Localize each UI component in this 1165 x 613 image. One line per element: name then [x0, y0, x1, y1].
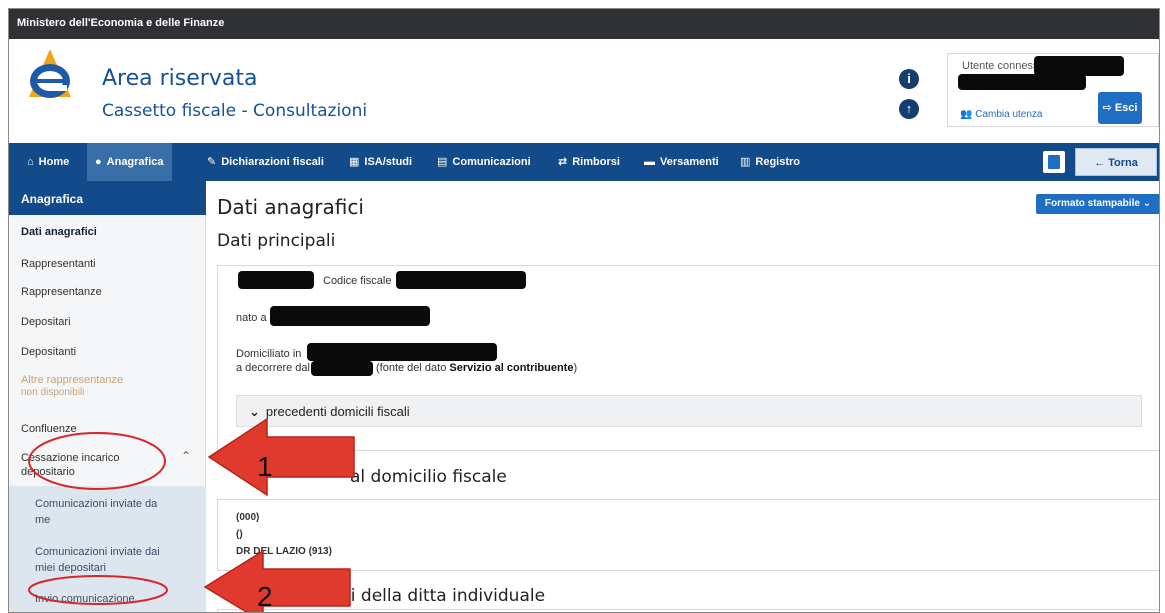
manual-button[interactable]: [1043, 151, 1065, 173]
nav-rimborsi-label: Rimborsi: [572, 156, 620, 168]
nav-comunicazioni[interactable]: ▤ Comunicazioni: [437, 143, 531, 181]
agenzia-entrate-logo: [29, 49, 71, 98]
dati-principali-card: Codice fiscale nato a Domiciliato in a d…: [217, 265, 1159, 451]
nav-versamenti[interactable]: ▬ Versamenti: [644, 143, 719, 181]
nav-comunicazioni-label: Comunicazioni: [452, 156, 531, 168]
page-title: Dati anagrafici: [217, 195, 364, 219]
switch-user-label: Cambia utenza: [975, 109, 1043, 120]
nav-versamenti-label: Versamenti: [660, 156, 719, 168]
ditta-card: [217, 609, 1159, 612]
sidebar-item-not-available: non disponibili: [21, 387, 85, 398]
previous-domiciles-accordion[interactable]: ⌄ precedenti domicili fiscali: [236, 395, 1142, 427]
codice-fiscale-label: Codice fiscale: [323, 275, 392, 287]
chevron-down-icon: ⌄: [1142, 198, 1152, 209]
site-header: Area riservata Cassetto fiscale - Consul…: [9, 39, 1159, 143]
subitem-sent-by-depositari-line2[interactable]: miei depositari: [35, 561, 106, 576]
nav-isa[interactable]: ▦ ISA/studi: [349, 143, 412, 181]
print-format-button[interactable]: Formato stampabile ⌄: [1036, 194, 1159, 214]
back-button[interactable]: ← Torna: [1075, 148, 1157, 176]
logout-icon: ⇨: [1102, 102, 1115, 114]
registry-icon: ▥: [740, 156, 751, 168]
payments-icon: ▬: [644, 156, 655, 168]
sidebar-item-dati-anagrafici[interactable]: Dati anagrafici: [21, 226, 97, 238]
info-icon[interactable]: i: [899, 69, 919, 89]
ufficio-card: (000) () DR DEL LAZIO (913): [217, 499, 1159, 571]
nav-isa-label: ISA/studi: [364, 156, 413, 168]
fonte-dato: (fonte del dato Servizio al contribuente…: [376, 362, 577, 374]
fonte-prefix: (fonte del dato: [376, 362, 450, 374]
print-format-label: Formato stampabile: [1044, 198, 1140, 209]
nav-home[interactable]: ⌂ Home: [19, 143, 77, 181]
chevron-down-icon: ⌄: [249, 404, 260, 419]
logout-label: Esci: [1114, 102, 1138, 114]
subitem-sent-by-me[interactable]: Comunicazioni inviate da: [35, 497, 157, 512]
sidebar-item-confluenze[interactable]: Confluenze: [21, 423, 77, 435]
subitem-invio-comunicazione[interactable]: Invio comunicazione: [35, 592, 135, 607]
switch-user-link[interactable]: 👥 Cambia utenza: [960, 109, 1043, 120]
nav-dichiarazioni-label: Dichiarazioni fiscali: [221, 156, 324, 168]
main-content: Dati anagrafici Formato stampabile ⌄ Dat…: [206, 181, 1159, 612]
fonte-source: Servizio al contribuente: [449, 362, 574, 374]
sidebar-item-rappresentanze[interactable]: Rappresentanze: [21, 286, 102, 298]
office-name: DR DEL LAZIO (913): [236, 546, 332, 557]
subitem-sent-by-depositari[interactable]: Comunicazioni inviate dai: [35, 545, 160, 560]
area-title: Area riservata: [102, 66, 258, 91]
user-box: Utente connesso: 👥 Cambia utenza ⇨ Esci: [947, 53, 1159, 127]
redaction: [1034, 56, 1124, 76]
main-navbar: ⌂ Home ● Anagrafica ✎ Dichiarazioni fiscali…: [9, 143, 1159, 181]
sidebar-item-cessazione[interactable]: Cessazione incarico: [21, 452, 119, 464]
area-subtitle: Cassetto fiscale - Consultazioni: [102, 101, 368, 121]
redaction: [238, 271, 314, 289]
ministry-name: Ministero dell'Economia e delle Finanze: [17, 17, 225, 29]
redaction: [307, 343, 497, 361]
nav-home-label: Home: [38, 156, 70, 168]
nav-registro-label: Registro: [755, 156, 801, 168]
office-code: (000): [236, 512, 260, 523]
nato-a-label: nato a: [236, 312, 267, 324]
home-icon: ⌂: [27, 156, 34, 168]
sidebar-item-depositanti[interactable]: Depositanti: [21, 346, 76, 358]
redaction: [396, 271, 526, 289]
sidebar-submenu: Comunicazioni inviate da me Comunicazion…: [9, 486, 206, 612]
section-title-ditta: ivi della ditta individuale: [336, 586, 546, 606]
section-title-principali: Dati principali: [217, 231, 336, 251]
redaction: [270, 306, 430, 326]
users-icon: ●: [95, 156, 102, 168]
office-paren: (): [236, 529, 243, 540]
domiciliato-label: Domiciliato in: [236, 348, 302, 360]
calculator-icon: ▦: [349, 156, 360, 168]
logout-button[interactable]: ⇨ Esci: [1098, 92, 1142, 124]
sidebar-item-altre-rappresentanze: Altre rappresentanze: [21, 374, 124, 386]
browser-window: Ministero dell'Economia e delle Finanze …: [8, 8, 1160, 613]
sidebar-item-depositari[interactable]: Depositari: [21, 316, 71, 328]
chevron-up-icon[interactable]: ⌃: [181, 449, 191, 463]
refund-icon: ⇄: [558, 156, 568, 168]
upload-icon[interactable]: ↑: [899, 99, 919, 119]
sidebar: Anagrafica Dati anagrafici Rappresentant…: [9, 181, 206, 612]
redaction: [958, 74, 1086, 90]
redaction: [311, 361, 373, 376]
accordion-header[interactable]: ⌄ precedenti domicili fiscali: [249, 404, 410, 420]
decorrenza-label: a decorrere dal: [236, 362, 310, 374]
nav-rimborsi[interactable]: ⇄ Rimborsi: [558, 143, 620, 181]
sidebar-item-cessazione-line2[interactable]: depositario: [21, 466, 75, 478]
edit-icon: ✎: [207, 156, 217, 168]
nav-anagrafica[interactable]: ● Anagrafica: [87, 143, 172, 181]
fonte-suffix: ): [573, 362, 578, 374]
sidebar-item-rappresentanti[interactable]: Rappresentanti: [21, 258, 96, 270]
document-icon: ▤: [437, 156, 448, 168]
subitem-sent-by-me-line2[interactable]: me: [35, 513, 50, 528]
nav-registro[interactable]: ▥ Registro: [740, 143, 800, 181]
section-title-ufficio: al domicilio fiscale: [350, 467, 507, 487]
sidebar-header: Anagrafica: [9, 181, 206, 215]
nav-dichiarazioni[interactable]: ✎ Dichiarazioni fiscali: [207, 143, 324, 181]
users-icon: 👥: [960, 109, 973, 120]
ministry-bar: Ministero dell'Economia e delle Finanze: [9, 9, 1159, 39]
accordion-label: precedenti domicili fiscali: [265, 404, 410, 419]
nav-anagrafica-label: Anagrafica: [106, 156, 164, 168]
